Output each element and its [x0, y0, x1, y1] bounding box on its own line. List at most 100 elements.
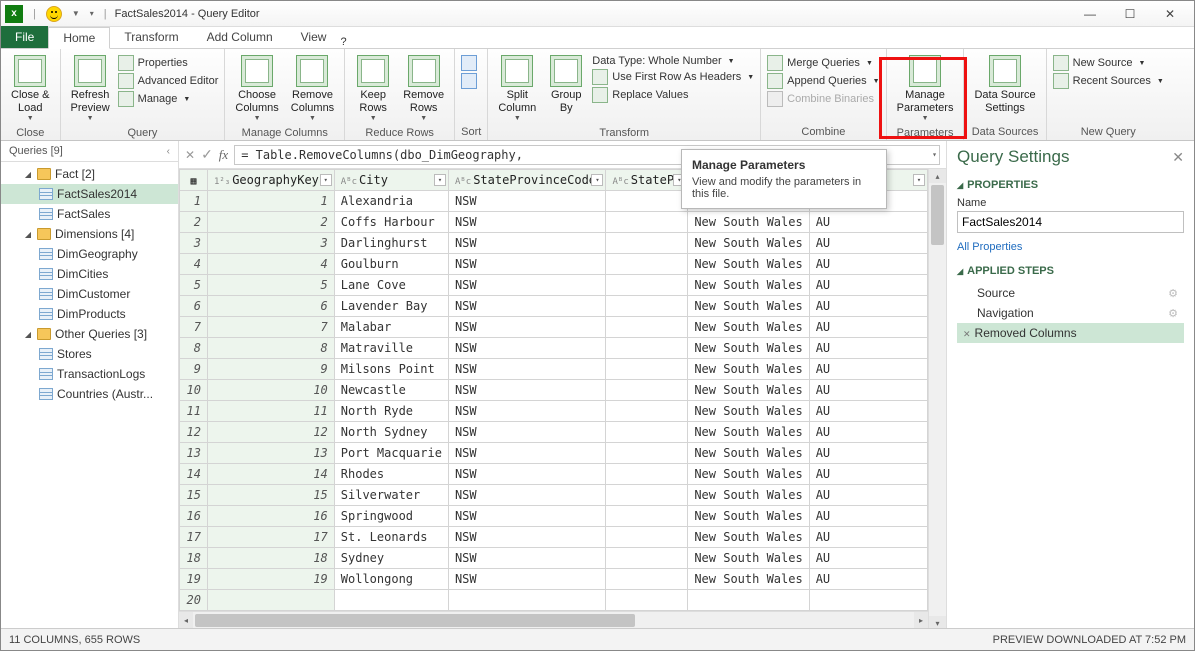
cell[interactable]: North Sydney	[334, 422, 448, 443]
tab-file[interactable]: File	[1, 26, 48, 48]
cell[interactable]: NSW	[448, 233, 606, 254]
cell[interactable]: AU	[809, 233, 927, 254]
cell[interactable]	[606, 422, 688, 443]
cell[interactable]: New South Wales	[688, 422, 809, 443]
row-number[interactable]: 12	[180, 422, 208, 443]
cell[interactable]	[606, 464, 688, 485]
cell[interactable]: 12	[207, 422, 334, 443]
horizontal-scrollbar[interactable]: ◂ ▸	[179, 611, 928, 629]
cell[interactable]: AU	[809, 506, 927, 527]
recent-sources-button[interactable]: Recent Sources▼	[1053, 73, 1164, 89]
row-number[interactable]: 9	[180, 359, 208, 380]
query-node[interactable]: FactSales	[1, 204, 178, 224]
cell[interactable]: AU	[809, 527, 927, 548]
cell[interactable]: New South Wales	[688, 233, 809, 254]
cell[interactable]	[809, 590, 927, 611]
cell[interactable]: NSW	[448, 191, 606, 212]
cell[interactable]: 7	[207, 317, 334, 338]
cell[interactable]	[207, 590, 334, 611]
cell[interactable]: 9	[207, 359, 334, 380]
cell[interactable]	[606, 548, 688, 569]
fx-icon[interactable]: fx	[219, 147, 228, 163]
cell[interactable]: NSW	[448, 569, 606, 590]
cell[interactable]: AU	[809, 254, 927, 275]
cell[interactable]: NSW	[448, 485, 606, 506]
filter-dropdown-icon[interactable]: ▾	[913, 174, 925, 186]
cell[interactable]	[606, 275, 688, 296]
sort-asc-button[interactable]	[461, 55, 477, 71]
tab-transform[interactable]: Transform	[110, 26, 192, 48]
applied-step[interactable]: ✕Removed Columns	[957, 323, 1184, 343]
cell[interactable]: AU	[809, 401, 927, 422]
cell[interactable]	[606, 191, 688, 212]
cell[interactable]: NSW	[448, 380, 606, 401]
cell[interactable]: 19	[207, 569, 334, 590]
help-icon[interactable]: ?	[340, 36, 346, 48]
cell[interactable]: North Ryde	[334, 401, 448, 422]
cell[interactable]: AU	[809, 212, 927, 233]
row-number[interactable]: 18	[180, 548, 208, 569]
queries-header[interactable]: Queries [9] ‹	[1, 141, 178, 162]
cell[interactable]: 14	[207, 464, 334, 485]
query-node[interactable]: TransactionLogs	[1, 364, 178, 384]
cell[interactable]: 4	[207, 254, 334, 275]
cell[interactable]: NSW	[448, 548, 606, 569]
cell[interactable]: New South Wales	[688, 485, 809, 506]
tab-view[interactable]: View	[287, 26, 341, 48]
column-header[interactable]: AᴮcCity▾	[334, 170, 448, 191]
cell[interactable]: AU	[809, 443, 927, 464]
cell[interactable]: New South Wales	[688, 527, 809, 548]
sort-desc-button[interactable]	[461, 73, 477, 89]
cell[interactable]: St. Leonards	[334, 527, 448, 548]
cell[interactable]	[606, 485, 688, 506]
cell[interactable]: NSW	[448, 464, 606, 485]
row-number[interactable]: 14	[180, 464, 208, 485]
collapse-icon[interactable]: ‹	[167, 146, 170, 157]
properties-section[interactable]: ◢PROPERTIES	[957, 179, 1184, 191]
formula-dropdown-icon[interactable]: ▾	[932, 150, 937, 159]
cell[interactable]	[606, 569, 688, 590]
query-node[interactable]: Stores	[1, 344, 178, 364]
cell[interactable]: 16	[207, 506, 334, 527]
row-number[interactable]: 16	[180, 506, 208, 527]
cell[interactable]	[688, 590, 809, 611]
cell[interactable]: AU	[809, 275, 927, 296]
cell[interactable]: 11	[207, 401, 334, 422]
row-number[interactable]: 19	[180, 569, 208, 590]
cell[interactable]: 13	[207, 443, 334, 464]
remove-rows-button[interactable]: RemoveRows▼	[399, 53, 448, 125]
query-node[interactable]: DimCustomer	[1, 284, 178, 304]
close-settings-icon[interactable]: ✕	[1172, 149, 1184, 166]
delete-step-icon[interactable]: ✕	[963, 329, 971, 339]
vertical-scrollbar[interactable]: ▴ ▾	[928, 169, 946, 630]
qat-dropdown-icon[interactable]: ▼	[72, 9, 80, 18]
close-window-button[interactable]: ✕	[1150, 2, 1190, 26]
scroll-left-icon[interactable]: ◂	[179, 612, 193, 629]
cell[interactable]: NSW	[448, 401, 606, 422]
minimize-button[interactable]: —	[1070, 2, 1110, 26]
tab-home[interactable]: Home	[48, 27, 110, 49]
merge-queries-button[interactable]: Merge Queries▼	[767, 55, 879, 71]
cell[interactable]	[606, 317, 688, 338]
cell[interactable]: Sydney	[334, 548, 448, 569]
cell[interactable]: New South Wales	[688, 359, 809, 380]
first-row-headers-button[interactable]: Use First Row As Headers▼	[592, 69, 754, 85]
folder-node[interactable]: ◢Dimensions [4]	[1, 224, 178, 244]
cell[interactable]: Lavender Bay	[334, 296, 448, 317]
query-node[interactable]: DimProducts	[1, 304, 178, 324]
choose-columns-button[interactable]: ChooseColumns▼	[231, 53, 282, 125]
cell[interactable]	[606, 296, 688, 317]
cell[interactable]: 18	[207, 548, 334, 569]
cell[interactable]: New South Wales	[688, 464, 809, 485]
cell[interactable]: 5	[207, 275, 334, 296]
accept-formula-icon[interactable]: ✓	[201, 146, 213, 163]
query-node[interactable]: FactSales2014	[1, 184, 178, 204]
cell[interactable]: New South Wales	[688, 443, 809, 464]
tab-add-column[interactable]: Add Column	[193, 26, 287, 48]
row-number[interactable]: 4	[180, 254, 208, 275]
split-column-button[interactable]: SplitColumn▼	[494, 53, 540, 125]
row-number[interactable]: 7	[180, 317, 208, 338]
cell[interactable]	[606, 401, 688, 422]
row-number[interactable]: 10	[180, 380, 208, 401]
cell[interactable]	[606, 338, 688, 359]
